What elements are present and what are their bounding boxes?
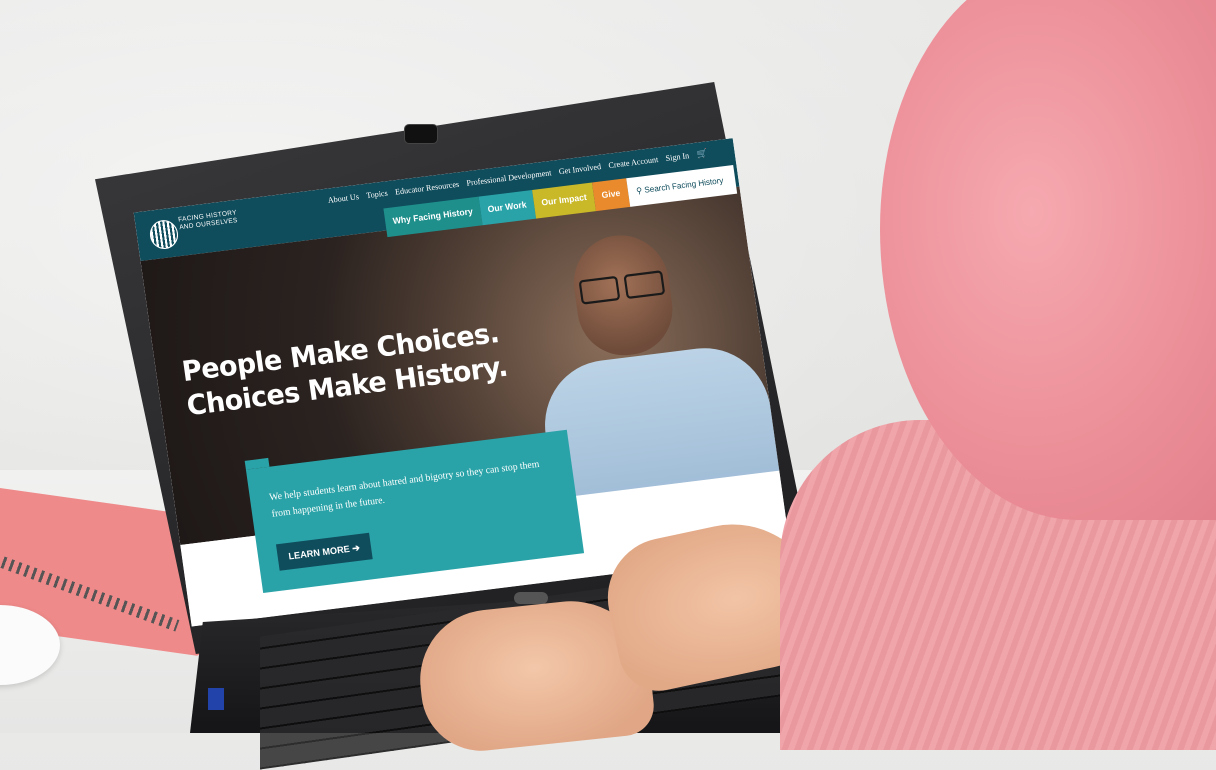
nav-about-us[interactable]: About Us (327, 191, 359, 205)
power-button (514, 592, 548, 604)
learn-more-button[interactable]: LEARN MORE ➔ (275, 532, 373, 571)
webcam (404, 124, 438, 144)
arrow-right-icon: ➔ (351, 541, 361, 554)
logo-text[interactable]: FACING HISTORY AND OURSELVES (178, 209, 244, 232)
cta-tab (244, 457, 270, 470)
logo-icon[interactable] (148, 218, 180, 251)
learn-more-label: LEARN MORE (287, 543, 351, 562)
search-placeholder: Search Facing History (643, 175, 724, 195)
cart-icon[interactable]: 🛒 (696, 148, 708, 159)
tab-give[interactable]: Give (592, 178, 630, 212)
vga-port (208, 688, 224, 710)
nav-educator-resources[interactable]: Educator Resources (394, 179, 459, 197)
nav-get-involved[interactable]: Get Involved (558, 161, 602, 176)
nav-professional-development[interactable]: Professional Development (466, 168, 552, 188)
search-icon: ⚲ (635, 185, 643, 196)
nav-topics[interactable]: Topics (366, 188, 389, 201)
nav-sign-in[interactable]: Sign In (665, 150, 690, 163)
cta-text: We help students learn about hatred and … (268, 457, 540, 520)
hero-headline: People Make Choices. Choices Make Histor… (180, 315, 510, 423)
nav-create-account[interactable]: Create Account (608, 154, 659, 170)
